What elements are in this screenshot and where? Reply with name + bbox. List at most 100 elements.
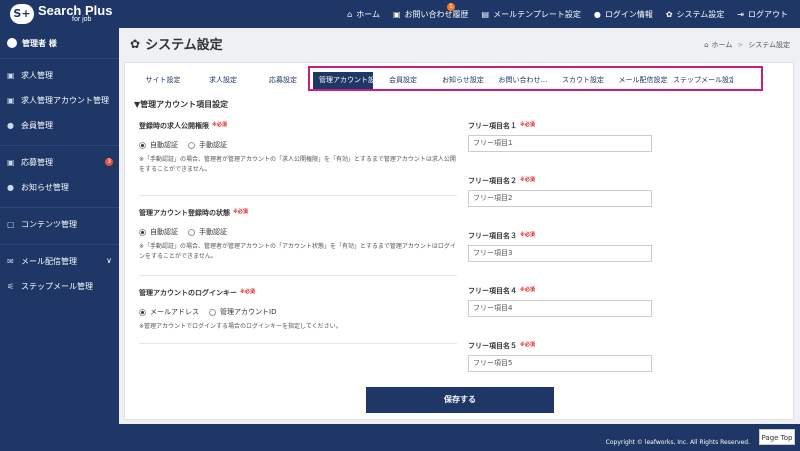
sidebar-item-contents[interactable]: ▢ コンテンツ管理 — [0, 212, 119, 237]
radio-email[interactable]: メールアドレス — [139, 307, 199, 317]
top-nav: ⌂ ホーム ▣ お問い合わせ履歴 1 ▤ メールテンプレート設定 ● ログイン情… — [334, 0, 788, 28]
sidebar-item-job-accounts[interactable]: ▣ 求人管理アカウント管理 — [0, 88, 119, 113]
field-label-text: 管理アカウント登録時の状態 — [139, 209, 230, 217]
tab-label: ステップメール設定 — [673, 76, 733, 84]
account-settings-form: 登録時の求人公開権限 ※必須 自動認証 手動認証 ※「手動認証」の場合、管理者が… — [139, 121, 457, 344]
sidebar-item-members[interactable]: ● 会員管理 — [0, 113, 119, 138]
home-icon: ⌂ — [704, 41, 709, 49]
sidebar-item-label: ステップメール管理 — [21, 282, 93, 291]
tab-step-mail-settings[interactable]: ステップメール設定 — [673, 69, 733, 92]
topnav-logout[interactable]: ⇥ ログアウト — [737, 9, 788, 20]
tab-scout-settings[interactable]: スカウト設定 — [553, 69, 613, 92]
free-field-2: フリー項目名２ ※必須 フリー項目2 — [468, 176, 658, 231]
tab-mail-delivery-settings[interactable]: メール配信設定 — [613, 69, 673, 92]
free-field-2-input[interactable]: フリー項目2 — [468, 190, 652, 207]
chevron-down-icon[interactable]: ∨ — [106, 256, 112, 265]
field-label: 管理アカウント登録時の状態 ※必須 — [139, 208, 457, 218]
login-key-group: 管理アカウントのログインキー ※必須 メールアドレス 管理アカウントID ※管理… — [139, 276, 457, 344]
tab-inquiry-settings[interactable]: お問い合わせ… — [493, 69, 553, 92]
inbox-icon: ▣ — [392, 9, 401, 19]
radio-label: メールアドレス — [150, 308, 199, 316]
tab-label: サイト設定 — [145, 76, 181, 84]
copyright: Copyright © leafworks, Inc. All Rights R… — [605, 439, 750, 446]
free-field-3-input[interactable]: フリー項目3 — [468, 245, 652, 262]
field-label-text: 登録時の求人公開権限 — [139, 122, 209, 130]
tab-job-settings[interactable]: 求人設定 — [193, 69, 253, 92]
page-title-text: システム設定 — [145, 38, 223, 53]
radio-auto[interactable]: 自動認証 — [139, 227, 178, 237]
application-count-badge: 3 — [105, 158, 113, 166]
radio-dot — [209, 308, 216, 316]
required-mark: ※必須 — [240, 289, 255, 295]
sidebar-item-label: 応募管理 — [21, 158, 53, 167]
breadcrumb-home[interactable]: ホーム — [712, 40, 733, 50]
divider — [0, 138, 119, 146]
field-label-text: フリー項目名１ — [468, 122, 517, 130]
sidebar-user-name: 管理者 様 — [22, 38, 57, 48]
field-label-text: フリー項目名２ — [468, 177, 517, 185]
required-mark: ※必須 — [212, 122, 227, 128]
free-field-1-input[interactable]: フリー項目1 — [468, 135, 652, 152]
content-icon: ▢ — [7, 220, 15, 229]
topnav-label: ログイン情報 — [604, 9, 653, 19]
sidebar-item-step-mail[interactable]: ⚟ ステップメール管理 — [0, 274, 119, 299]
topnav-mail-template[interactable]: ▤ メールテンプレート設定 — [482, 9, 581, 20]
free-field-5-input[interactable]: フリー項目5 — [468, 355, 652, 372]
free-field-4-input[interactable]: フリー項目4 — [468, 300, 652, 317]
save-button[interactable]: 保存する — [366, 387, 554, 413]
field-label: フリー項目名４ ※必須 — [468, 286, 658, 296]
radio-auto[interactable]: 自動認証 — [139, 140, 178, 150]
required-mark: ※必須 — [520, 122, 535, 128]
topnav-system-settings[interactable]: ✿ システム設定 — [666, 9, 724, 20]
radio-manual[interactable]: 手動認証 — [188, 140, 227, 150]
field-label: フリー項目名１ ※必須 — [468, 121, 658, 131]
field-label: フリー項目名２ ※必須 — [468, 176, 658, 186]
breadcrumb-current: システム設定 — [748, 41, 790, 49]
topnav-login-info[interactable]: ● ログイン情報 — [594, 9, 653, 20]
tab-news-settings[interactable]: お知らせ設定 — [433, 69, 493, 92]
user-icon — [7, 38, 17, 48]
application-icon: ▣ — [7, 158, 15, 167]
topnav-label: システム設定 — [676, 9, 725, 19]
free-field-4: フリー項目名４ ※必須 フリー項目4 — [468, 286, 658, 341]
tab-admin-account-settings[interactable]: 管理アカウント設定 — [313, 69, 373, 92]
radio-dot — [188, 228, 195, 236]
tab-member-settings[interactable]: 会員設定 — [373, 69, 433, 92]
sidebar-item-news[interactable]: ● お知らせ管理 — [0, 175, 119, 200]
sidebar-item-jobs[interactable]: ▣ 求人管理 — [0, 63, 119, 88]
tab-label: お問い合わせ… — [498, 76, 548, 84]
radio-account-id[interactable]: 管理アカウントID — [209, 307, 276, 317]
logo[interactable]: S+ Search Plus for job — [10, 3, 120, 25]
page-top-button[interactable]: Page Top — [759, 429, 795, 445]
tab-label: 応募設定 — [269, 76, 297, 84]
tab-site-settings[interactable]: サイト設定 — [133, 69, 193, 92]
page-title: ✿ システム設定 — [130, 34, 223, 54]
member-icon: ● — [7, 121, 14, 130]
account-icon: ▣ — [7, 96, 15, 105]
sidebar-item-applications[interactable]: ▣ 応募管理 3 — [0, 150, 119, 175]
tab-label: お知らせ設定 — [442, 76, 484, 84]
radio-manual[interactable]: 手動認証 — [188, 227, 227, 237]
tab-application-settings[interactable]: 応募設定 — [253, 69, 313, 92]
field-note: ※「手動認証」の場合、管理者が管理アカウントの「アカウント状態」を「有効」とする… — [139, 243, 456, 260]
sidebar-user: 管理者 様 — [0, 28, 119, 59]
field-label: 登録時の求人公開権限 ※必須 — [139, 121, 457, 131]
gear-icon: ✿ — [665, 9, 673, 19]
footer: Copyright © leafworks, Inc. All Rights R… — [0, 424, 800, 451]
info-icon: ● — [7, 183, 14, 192]
sidebar-item-mail-delivery[interactable]: ✉ メール配信管理 ∨ — [0, 249, 119, 274]
field-label-text: フリー項目名３ — [468, 232, 517, 240]
sidebar-item-label: メール配信管理 — [21, 257, 77, 266]
logo-mark: S+ — [10, 4, 34, 24]
radio-dot — [139, 228, 146, 236]
topnav-home[interactable]: ⌂ ホーム — [347, 9, 380, 20]
topnav-inquiry-history[interactable]: ▣ お問い合わせ履歴 1 — [392, 2, 469, 20]
field-label: フリー項目名５ ※必須 — [468, 341, 658, 351]
mail-icon: ✉ — [7, 257, 14, 266]
field-label-text: フリー項目名５ — [468, 342, 517, 350]
field-label: 管理アカウントのログインキー ※必須 — [139, 288, 457, 298]
field-note: ※「手動認証」の場合、管理者が管理アカウントの「求人公開権限」を「有効」とするま… — [139, 156, 456, 173]
radio-dot — [139, 141, 146, 149]
account-status-group: 管理アカウント登録時の状態 ※必須 自動認証 手動認証 ※「手動認証」の場合、管… — [139, 196, 457, 276]
publish-permission-group: 登録時の求人公開権限 ※必須 自動認証 手動認証 ※「手動認証」の場合、管理者が… — [139, 121, 457, 196]
